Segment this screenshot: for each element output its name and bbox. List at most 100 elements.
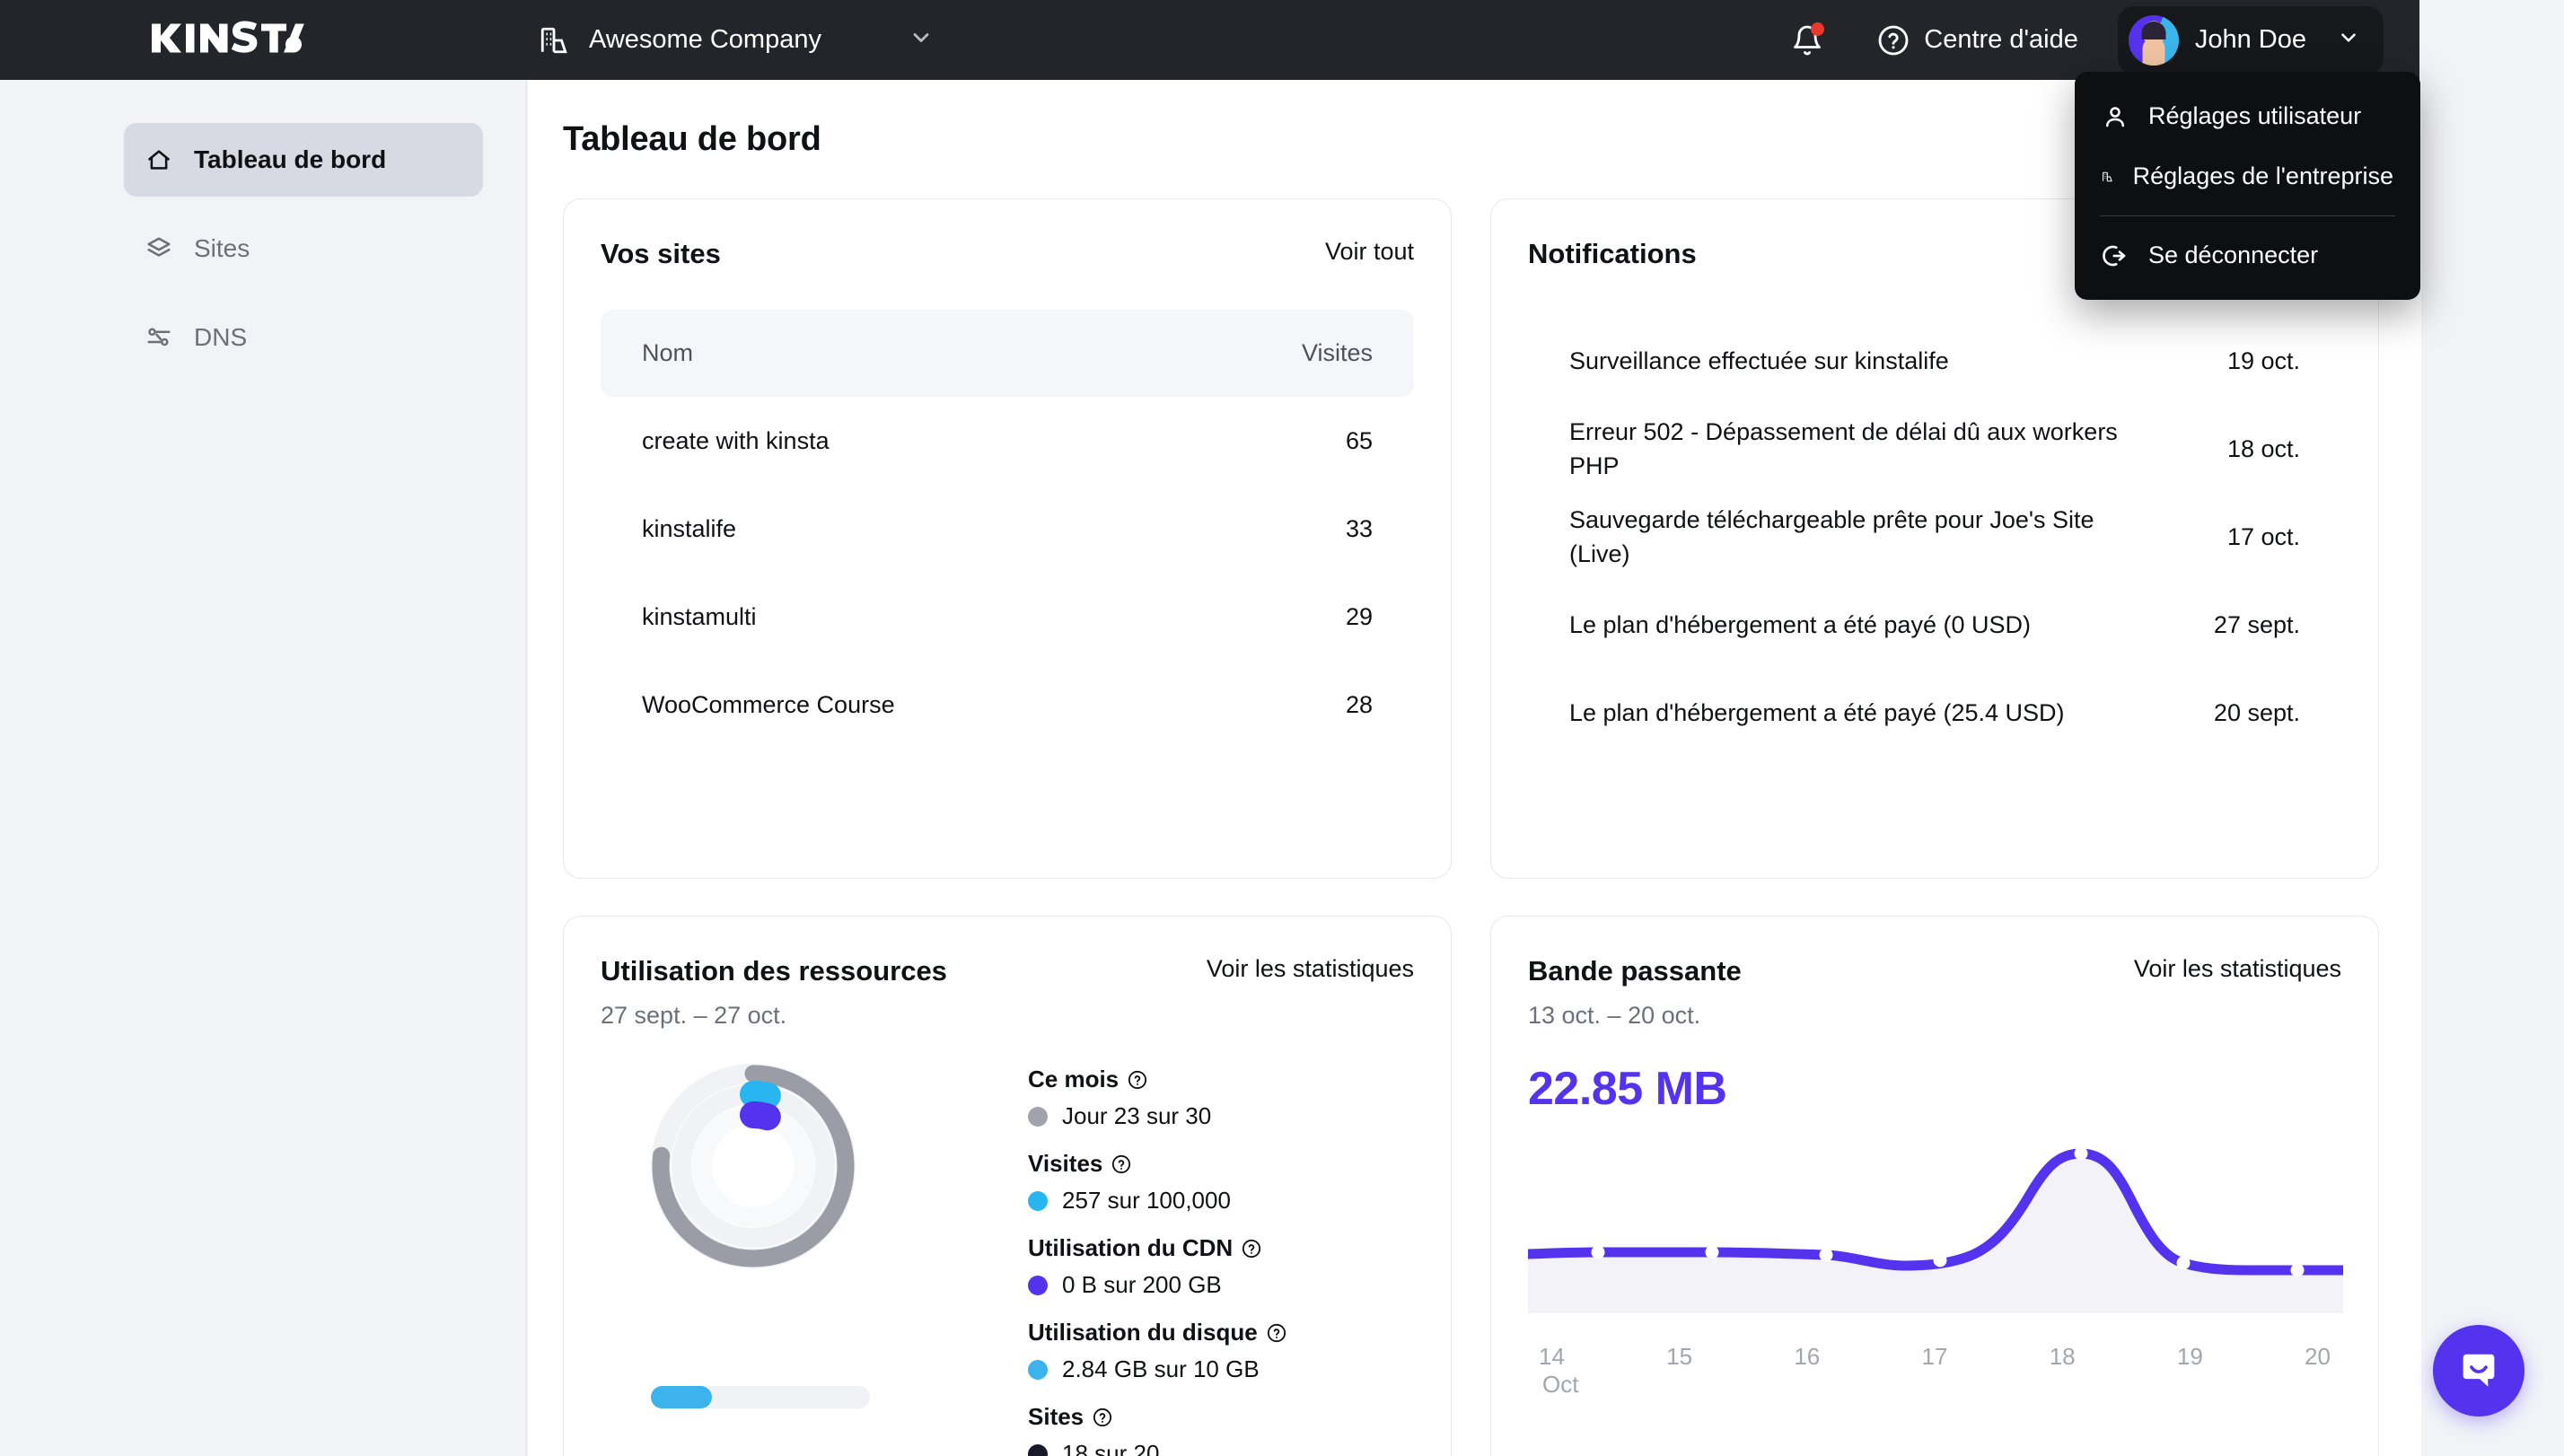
kinsta-logo[interactable]: [150, 20, 304, 60]
table-row[interactable]: WooCommerce Course 28: [601, 661, 1414, 749]
menu-divider: [2100, 215, 2395, 216]
company-building-icon: [2103, 171, 2112, 181]
help-icon[interactable]: [1093, 1408, 1112, 1427]
chart-area-fill: [1528, 1153, 2343, 1313]
site-visits: 33: [1345, 514, 1373, 542]
notification-date: 17 oct.: [2226, 522, 2300, 550]
sidebar-item-label: Sites: [194, 234, 250, 262]
top-bar-actions: Centre d'aide John Doe: [1782, 5, 2384, 75]
card-title: Bande passante: [1528, 955, 1742, 987]
table-row[interactable]: create with kinsta 65: [601, 397, 1414, 485]
disk-usage-progress-fill: [651, 1386, 713, 1408]
metric-value: 18 sur 20: [1062, 1440, 1160, 1456]
chart-x-axis: 14 15 16 17 18 19 20: [1528, 1343, 2341, 1371]
bandwidth-total: 22.85 MB: [1528, 1063, 1727, 1115]
notification-date: 27 sept.: [2213, 610, 2300, 638]
metric-value-row: 18 sur 20: [1028, 1440, 1414, 1456]
metric-value: 0 B sur 200 GB: [1062, 1271, 1222, 1298]
metric-value-row: Jour 23 sur 30: [1028, 1102, 1414, 1130]
user-menu-button[interactable]: John Doe: [2117, 5, 2384, 75]
sidebar-item-label: Tableau de bord: [194, 145, 387, 173]
chart-point: [2290, 1263, 2305, 1277]
chat-smile-icon: [2463, 1354, 2495, 1387]
card-header: Vos sites Voir tout: [601, 238, 1414, 270]
metric-color-dot: [1028, 1275, 1048, 1295]
company-chevron-down-icon: [909, 25, 934, 55]
table-row[interactable]: kinstamulti 29: [601, 573, 1414, 661]
metric-label: Visites: [1028, 1150, 1103, 1177]
bandwidth-area-chart-svg: [1523, 1146, 2349, 1313]
metric-disk-usage: Utilisation du disque 2.84 GB sur 10 GB: [1028, 1319, 1414, 1383]
chat-launcher-button[interactable]: [2433, 1325, 2524, 1417]
menu-item-user-settings[interactable]: Réglages utilisateur: [2075, 86, 2420, 146]
list-item[interactable]: Erreur 502 - Dépassement de délai dû aux…: [1528, 405, 2341, 493]
metric-value-row: 0 B sur 200 GB: [1028, 1271, 1414, 1299]
question-circle-icon: [1878, 25, 1909, 55]
dashboard-page: Awesome Company Centre d'aide John Doe R…: [0, 0, 2564, 1456]
menu-item-label: Réglages de l'entreprise: [2132, 162, 2393, 189]
notification-message: Le plan d'hébergement a été payé (25.4 U…: [1569, 698, 2065, 726]
resource-usage-card: Utilisation des ressources Voir les stat…: [563, 916, 1452, 1456]
notifications-list: Surveillance effectuée sur kinstalife 19…: [1528, 317, 2341, 757]
help-icon[interactable]: [1267, 1323, 1286, 1343]
user-dropdown-menu: Réglages utilisateur Réglages de l'entre…: [2075, 72, 2420, 300]
column-header-name: Nom: [642, 339, 694, 366]
resource-usage-body: Ce mois Jour 23 sur 30 Visites 257 sur 1…: [601, 1060, 1414, 1456]
view-all-link[interactable]: Voir tout: [1325, 238, 1414, 266]
notification-date: 20 sept.: [2213, 698, 2300, 726]
column-header-visits: Visites: [1301, 339, 1373, 366]
metric-label: Utilisation du CDN: [1028, 1234, 1234, 1261]
notifications-card: Notifications Surveillance effectuée sur…: [1490, 198, 2379, 879]
sidebar-item-dns[interactable]: DNS: [124, 301, 483, 374]
layers-icon: [147, 237, 171, 257]
x-tick: 18: [2049, 1343, 2076, 1370]
sidebar-item-sites[interactable]: Sites: [124, 212, 483, 285]
list-item[interactable]: Le plan d'hébergement a été payé (25.4 U…: [1528, 669, 2341, 757]
avatar: [2128, 14, 2179, 66]
help-icon[interactable]: [1242, 1239, 1261, 1259]
list-item[interactable]: Surveillance effectuée sur kinstalife 19…: [1528, 317, 2341, 405]
notification-badge-dot: [1811, 22, 1825, 36]
chart-x-axis-unit: Oct: [1542, 1371, 1579, 1398]
company-name: Awesome Company: [589, 25, 821, 54]
metric-value: 2.84 GB sur 10 GB: [1062, 1355, 1260, 1382]
metric-value: Jour 23 sur 30: [1062, 1102, 1212, 1129]
list-item[interactable]: Le plan d'hébergement a été payé (0 USD)…: [1528, 581, 2341, 669]
chart-point: [2074, 1146, 2088, 1161]
sidebar: Tableau de bord Sites DNS: [0, 80, 527, 1456]
bandwidth-card: Bande passante Voir les statistiques 13 …: [1490, 916, 2379, 1456]
table-row[interactable]: kinstalife 33: [601, 485, 1414, 573]
menu-item-company-settings[interactable]: Réglages de l'entreprise: [2075, 146, 2420, 206]
sidebar-item-label: DNS: [194, 323, 248, 351]
metric-label-row: Utilisation du CDN: [1028, 1234, 1414, 1262]
site-name: kinstalife: [642, 514, 737, 542]
company-selector[interactable]: Awesome Company: [539, 25, 934, 56]
menu-item-logout[interactable]: Se déconnecter: [2075, 225, 2420, 285]
notification-date: 19 oct.: [2226, 346, 2300, 374]
notifications-button[interactable]: [1782, 15, 1832, 66]
logout-icon: [2103, 245, 2126, 266]
sidebar-item-dashboard[interactable]: Tableau de bord: [124, 123, 483, 197]
view-stats-link[interactable]: Voir les statistiques: [2134, 955, 2341, 983]
date-range: 13 oct. – 20 oct.: [1528, 1002, 1701, 1029]
metric-color-dot: [1028, 1190, 1048, 1211]
your-sites-card: Vos sites Voir tout Nom Visites create w…: [563, 198, 1452, 879]
menu-item-label: Se déconnecter: [2148, 241, 2319, 268]
user-chevron-down-icon: [2337, 26, 2360, 54]
person-icon: [2106, 106, 2124, 127]
notification-message: Le plan d'hébergement a été payé (0 USD): [1569, 610, 2031, 638]
metric-label: Sites: [1028, 1403, 1084, 1430]
dashboard-grid: Vos sites Voir tout Nom Visites create w…: [563, 198, 2421, 1456]
card-header: Utilisation des ressources Voir les stat…: [601, 955, 1414, 987]
metric-label-row: Sites: [1028, 1403, 1414, 1431]
help-center-button[interactable]: Centre d'aide: [1868, 17, 2087, 64]
help-icon[interactable]: [1111, 1154, 1131, 1174]
help-icon[interactable]: [1128, 1070, 1147, 1090]
list-item[interactable]: Sauvegarde téléchargeable prête pour Joe…: [1528, 493, 2341, 581]
metric-label-row: Utilisation du disque: [1028, 1319, 1414, 1346]
metric-this-month: Ce mois Jour 23 sur 30: [1028, 1066, 1414, 1130]
view-stats-link[interactable]: Voir les statistiques: [1207, 955, 1414, 983]
card-title: Notifications: [1528, 238, 1697, 269]
metric-label: Utilisation du disque: [1028, 1319, 1258, 1346]
notification-message: Erreur 502 - Dépassement de délai dû aux…: [1569, 417, 2118, 479]
